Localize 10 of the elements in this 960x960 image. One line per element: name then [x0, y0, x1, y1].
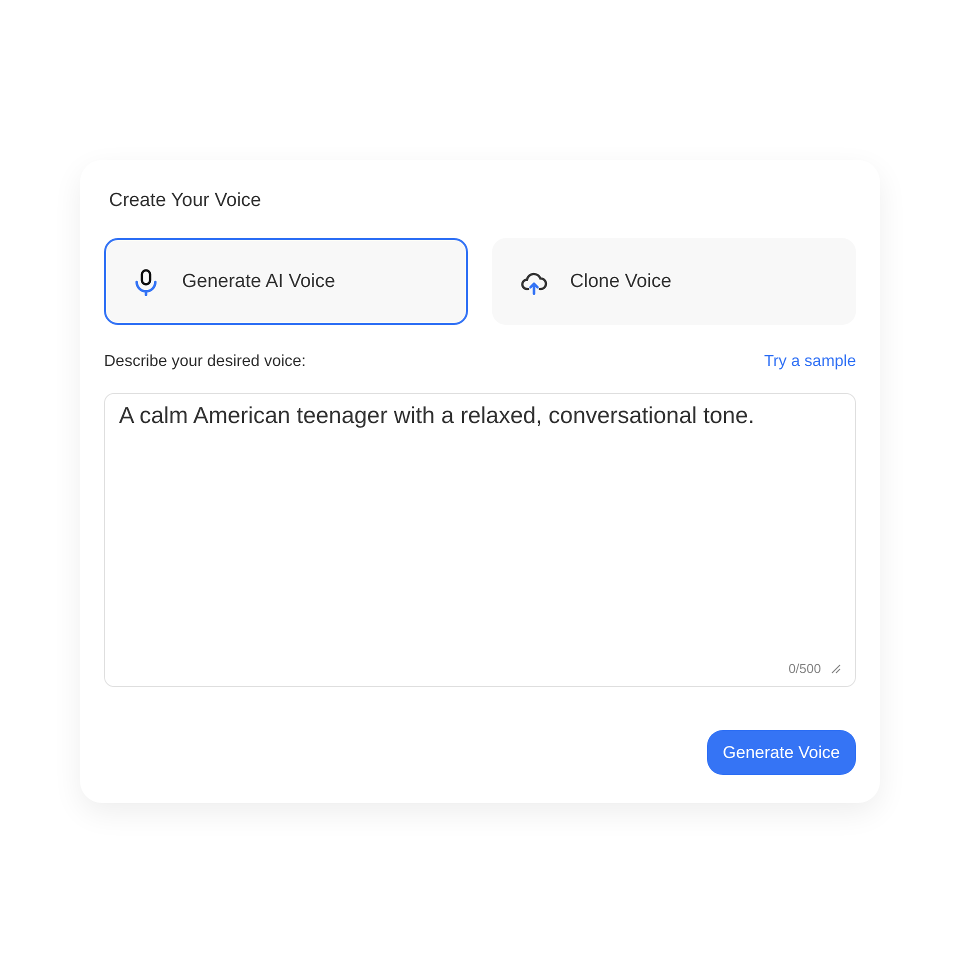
- character-counter: 0/500: [788, 661, 821, 676]
- generate-voice-button[interactable]: Generate Voice: [706, 730, 856, 775]
- section-title: Create Your Voice: [108, 190, 262, 212]
- description-field[interactable]: A calm American teenager with a relaxed, conversational tone. 0/500: [104, 393, 856, 687]
- field-label: Describe your desired voice:: [104, 353, 306, 371]
- voice-option[interactable]: Generate AI Voice: [104, 238, 468, 325]
- voice-option[interactable]: Clone Voice: [492, 238, 856, 325]
- resize-handle-icon[interactable]: [831, 664, 841, 674]
- sample-link[interactable]: Try a sample: [764, 353, 856, 371]
- field-value: A calm American teenager with a relaxed, conversational tone.: [119, 402, 754, 428]
